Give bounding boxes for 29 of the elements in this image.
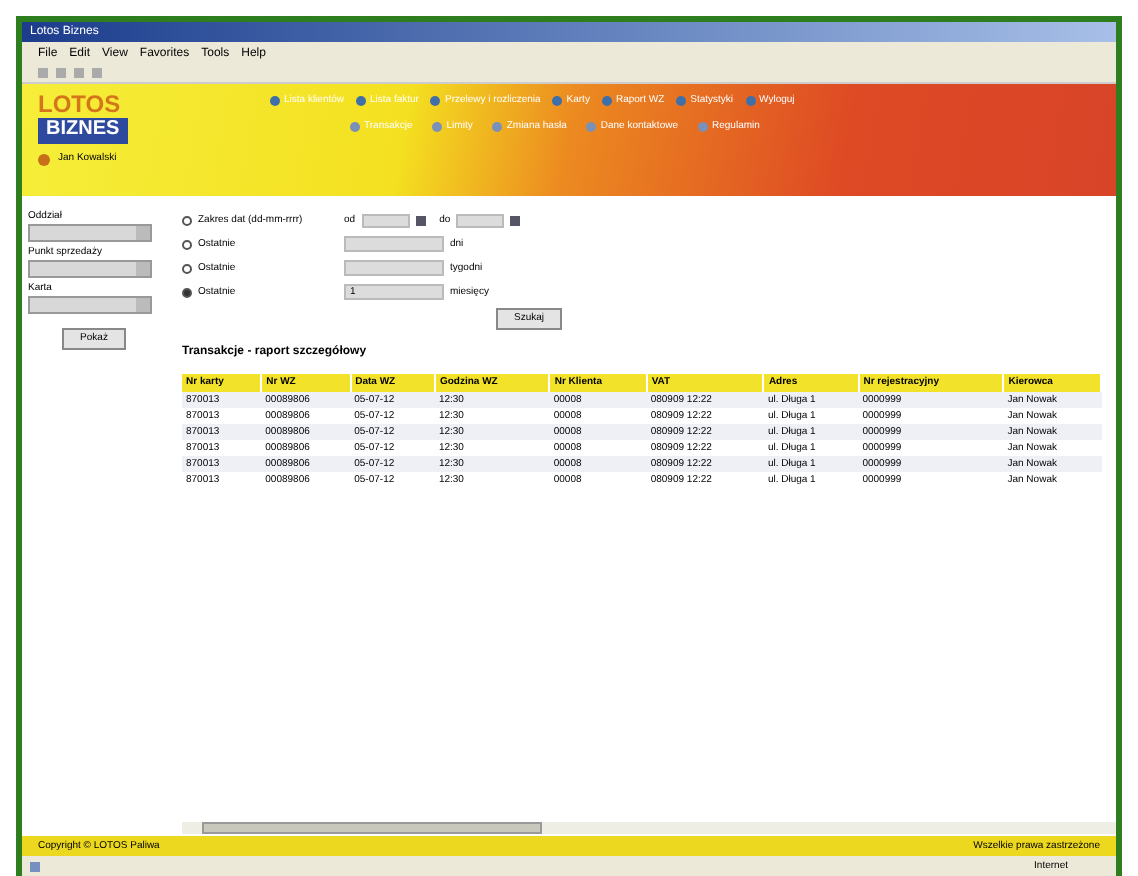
radio-button[interactable] bbox=[182, 239, 192, 249]
number-field[interactable] bbox=[344, 236, 444, 252]
date-field[interactable] bbox=[456, 213, 505, 227]
date-field[interactable] bbox=[361, 213, 410, 227]
bullet-icon bbox=[676, 96, 687, 106]
radio-button[interactable] bbox=[182, 263, 192, 273]
radio-button[interactable] bbox=[182, 215, 192, 225]
bullet-icon bbox=[430, 96, 441, 106]
user-icon bbox=[38, 153, 50, 165]
bullet-icon bbox=[698, 122, 708, 132]
number-field[interactable] bbox=[344, 260, 444, 276]
bullet-icon bbox=[492, 122, 503, 132]
dropdown[interactable] bbox=[28, 260, 152, 278]
logo-label: BIZNES bbox=[38, 118, 128, 143]
page-icon bbox=[30, 861, 40, 871]
dropdown[interactable] bbox=[28, 296, 152, 314]
bullet-icon bbox=[350, 122, 360, 132]
radio-button[interactable] bbox=[182, 287, 192, 297]
bullet-icon bbox=[601, 96, 612, 106]
bullet-icon bbox=[586, 122, 597, 132]
scrollbar[interactable] bbox=[182, 822, 1116, 834]
bullet-icon bbox=[745, 96, 756, 106]
bullet-icon bbox=[432, 122, 443, 132]
bullet-icon bbox=[552, 96, 563, 106]
scrollbar-thumb[interactable] bbox=[202, 822, 542, 834]
logo-text: LOTOS bbox=[38, 92, 123, 116]
dropdown[interactable] bbox=[28, 224, 152, 242]
bullet-icon bbox=[356, 96, 367, 106]
bullet-icon bbox=[270, 96, 280, 106]
